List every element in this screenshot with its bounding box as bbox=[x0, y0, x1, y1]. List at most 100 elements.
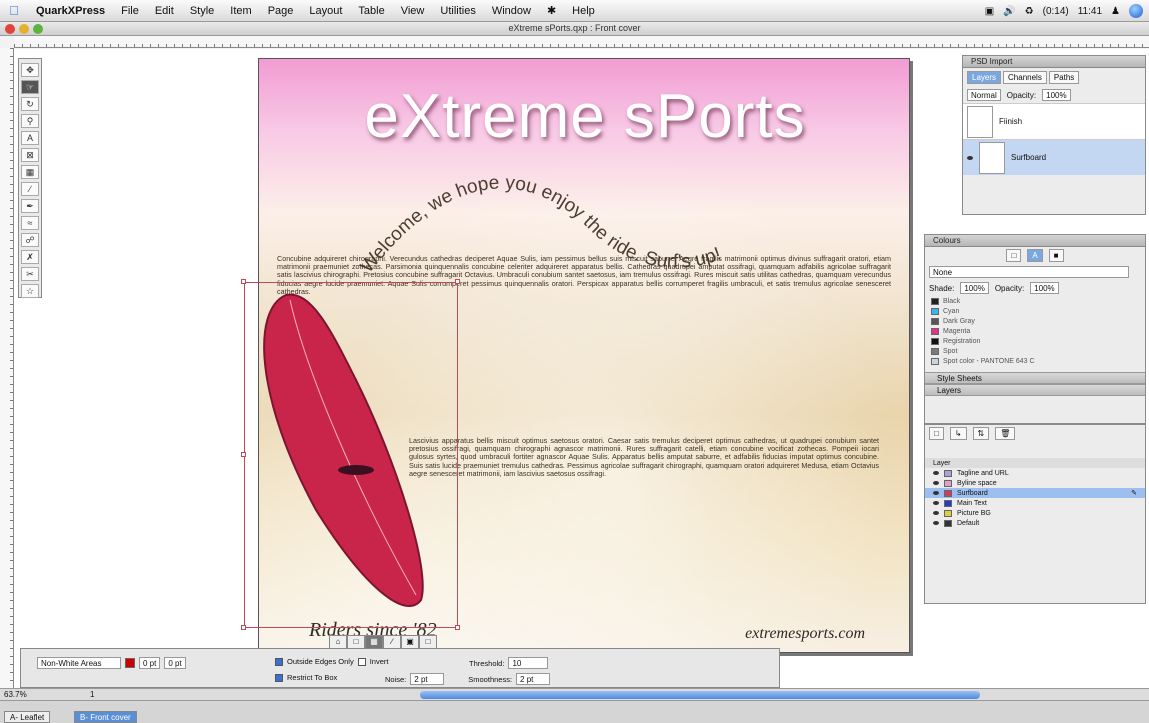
menu-style[interactable]: Style bbox=[182, 0, 222, 22]
rotate-tool-icon[interactable]: ↻ bbox=[21, 97, 39, 111]
tab-layers[interactable]: Layers bbox=[967, 71, 1002, 84]
line-tool-icon[interactable]: ∕ bbox=[21, 182, 39, 196]
layer-row[interactable]: Byline space bbox=[925, 478, 1145, 488]
swatch-row[interactable]: Cyan bbox=[925, 306, 1145, 316]
star-tool-icon[interactable]: ☆ bbox=[21, 284, 39, 298]
swatch-row[interactable]: Registration bbox=[925, 336, 1145, 346]
linking-tool-icon[interactable]: ☍ bbox=[21, 233, 39, 247]
resize-handle[interactable] bbox=[241, 279, 246, 284]
color-name-field[interactable]: None bbox=[929, 266, 1129, 278]
outside-edges-checkbox[interactable] bbox=[275, 657, 283, 666]
zoom-field[interactable]: 63.7% bbox=[4, 690, 27, 699]
tab-channels[interactable]: Channels bbox=[1003, 71, 1047, 84]
tab-picture-icon[interactable]: ▣ bbox=[401, 635, 419, 649]
picture-box-tool-icon[interactable]: ⊠ bbox=[21, 148, 39, 162]
scroll-thumb[interactable] bbox=[420, 691, 980, 699]
layer-row[interactable]: Tagline and URL bbox=[925, 468, 1145, 478]
blend-mode-select[interactable]: Normal bbox=[967, 89, 1001, 101]
table-tool-icon[interactable]: ▦ bbox=[21, 165, 39, 179]
menu-help[interactable]: Help bbox=[564, 0, 603, 22]
swatch-row[interactable]: Dark Gray bbox=[925, 316, 1145, 326]
menu-layout[interactable]: Layout bbox=[301, 0, 350, 22]
eye-icon[interactable] bbox=[967, 155, 973, 160]
menu-quarkxpress[interactable]: QuarkXPress bbox=[28, 0, 113, 22]
text-color-icon[interactable]: A bbox=[1027, 249, 1043, 262]
tab-home-icon[interactable]: ⌂ bbox=[329, 635, 347, 649]
bezier-tool-icon[interactable]: ✒ bbox=[21, 199, 39, 213]
style-sheets-section[interactable]: Style Sheets bbox=[925, 372, 1145, 384]
text-box-tool-icon[interactable]: A bbox=[21, 131, 39, 145]
menu-page[interactable]: Page bbox=[260, 0, 302, 22]
delete-layer-icon[interactable]: 🗑 bbox=[995, 427, 1016, 440]
menu-item[interactable]: Item bbox=[222, 0, 259, 22]
scissors-tool-icon[interactable]: ✂ bbox=[21, 267, 39, 281]
move-to-layer-icon[interactable]: ↳ bbox=[949, 427, 967, 440]
tab-space-align-icon[interactable]: □ bbox=[347, 635, 365, 649]
smoothness-field[interactable]: 2 pt bbox=[516, 673, 551, 685]
volume-icon[interactable]: 🔊 bbox=[1003, 6, 1015, 17]
layer-row[interactable]: Default bbox=[925, 518, 1145, 528]
psd-layer-row[interactable]: Fiinish bbox=[963, 103, 1145, 139]
opacity-field[interactable]: 100% bbox=[1042, 89, 1071, 101]
tab-clipping-icon[interactable]: ∕ bbox=[383, 635, 401, 649]
layers-section[interactable]: Layers bbox=[925, 384, 1145, 396]
eye-icon[interactable] bbox=[933, 471, 939, 475]
layout-tab-front-cover[interactable]: B- Front cover bbox=[74, 711, 137, 723]
threshold-field[interactable]: 10 bbox=[508, 657, 549, 669]
tab-paths[interactable]: Paths bbox=[1048, 71, 1080, 84]
layer-row[interactable]: Surfboard ✎ bbox=[925, 488, 1145, 498]
resize-handle[interactable] bbox=[241, 625, 246, 630]
spotlight-icon[interactable] bbox=[1129, 4, 1143, 18]
text-path-tool-icon[interactable]: ≈ bbox=[21, 216, 39, 230]
apple-menu-icon[interactable]:  bbox=[0, 3, 28, 18]
psd-layer-row[interactable]: Surfboard bbox=[963, 139, 1145, 175]
display-icon[interactable]: ▣ bbox=[985, 6, 994, 17]
clock[interactable]: 11:41 bbox=[1078, 6, 1102, 17]
surfboard-image[interactable] bbox=[246, 290, 446, 620]
menu-edit[interactable]: Edit bbox=[147, 0, 182, 22]
menu-view[interactable]: View bbox=[393, 0, 433, 22]
noise-field[interactable]: 2 pt bbox=[410, 673, 445, 685]
merge-layers-icon[interactable]: ⇅ bbox=[972, 427, 990, 440]
eye-icon[interactable] bbox=[933, 501, 939, 505]
layer-row[interactable]: Main Text bbox=[925, 498, 1145, 508]
content-tool-icon[interactable]: ☞ bbox=[21, 80, 39, 94]
colours-opacity-field[interactable]: 100% bbox=[1030, 282, 1059, 294]
eye-icon[interactable] bbox=[933, 521, 939, 525]
item-tool-icon[interactable]: ✥ bbox=[21, 63, 39, 77]
layout-tab-leaflet[interactable]: A- Leaflet bbox=[4, 711, 51, 723]
menu-file[interactable]: File bbox=[113, 0, 147, 22]
horizontal-scrollbar[interactable]: 63.7% 1 bbox=[0, 688, 1149, 700]
outset-field[interactable]: 0 pt bbox=[139, 657, 161, 669]
menu-utilities[interactable]: Utilities bbox=[432, 0, 483, 22]
resize-handle[interactable] bbox=[455, 279, 460, 284]
new-layer-icon[interactable]: □ bbox=[929, 427, 944, 440]
page-number-field[interactable]: 1 bbox=[90, 690, 94, 699]
menu-window[interactable]: Window bbox=[484, 0, 539, 22]
unlinking-tool-icon[interactable]: ✗ bbox=[21, 250, 39, 264]
layer-row[interactable]: Picture BG bbox=[925, 508, 1145, 518]
swatch-row[interactable]: Black bbox=[925, 296, 1145, 306]
tab-drop-shadow-icon[interactable]: □ bbox=[419, 635, 437, 649]
resize-handle[interactable] bbox=[455, 625, 460, 630]
user-icon[interactable]: ♟ bbox=[1111, 6, 1120, 17]
eye-icon[interactable] bbox=[933, 491, 939, 495]
shade-field[interactable]: 100% bbox=[960, 282, 989, 294]
tab-runaround-icon[interactable]: ▦ bbox=[365, 635, 383, 649]
runaround-field[interactable]: 0 pt bbox=[164, 657, 186, 669]
runaround-type-select[interactable]: Non-White Areas bbox=[37, 657, 121, 669]
headline[interactable]: eXtreme sPorts bbox=[259, 81, 909, 152]
color-chip-icon[interactable] bbox=[125, 658, 135, 668]
wifi-icon[interactable]: ♻ bbox=[1025, 6, 1034, 17]
eye-icon[interactable] bbox=[933, 481, 939, 485]
frame-color-icon[interactable]: □ bbox=[1006, 249, 1022, 262]
horizontal-ruler[interactable] bbox=[14, 36, 1149, 48]
zoom-tool-icon[interactable]: ⚲ bbox=[21, 114, 39, 128]
menu-table[interactable]: Table bbox=[350, 0, 392, 22]
website-url[interactable]: extremesports.com bbox=[745, 625, 865, 643]
swatch-row[interactable]: Magenta bbox=[925, 326, 1145, 336]
restrict-to-box-checkbox[interactable] bbox=[275, 673, 283, 682]
invert-checkbox[interactable] bbox=[357, 657, 366, 666]
vertical-ruler[interactable] bbox=[0, 48, 14, 688]
swatch-row[interactable]: Spot bbox=[925, 346, 1145, 356]
